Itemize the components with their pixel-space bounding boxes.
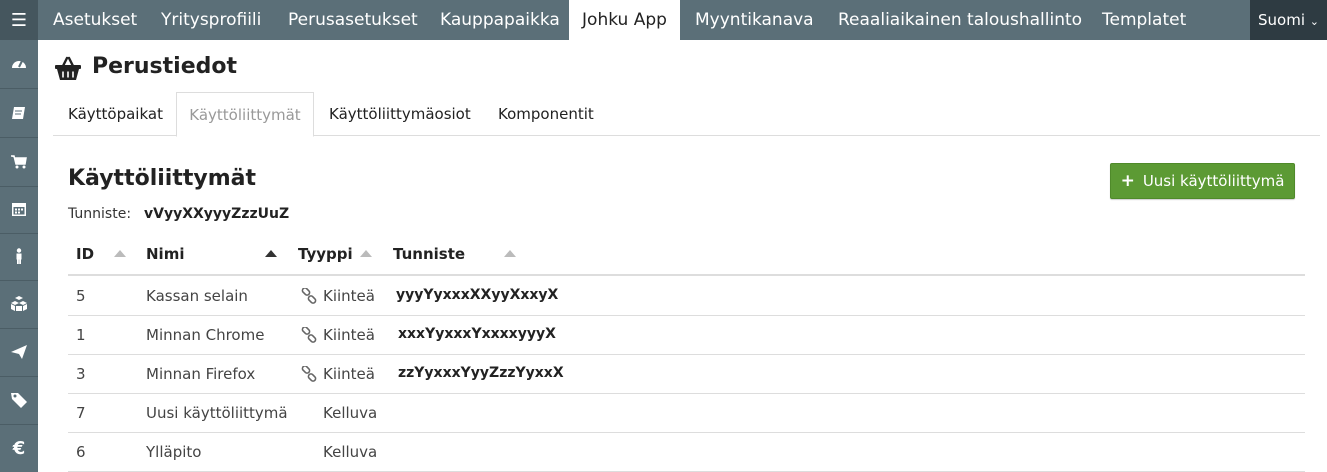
- column-header-id[interactable]: ID: [76, 245, 94, 263]
- table-header: ID Nimi Tyyppi Tunniste: [68, 236, 1305, 276]
- page-title: Perustiedot: [92, 54, 238, 79]
- link-icon: [301, 327, 317, 343]
- cell-type: Kiinteä: [323, 365, 375, 383]
- cell-identifier: yyyYyxxxXXyyXxxyX: [396, 287, 559, 303]
- link-icon: [301, 366, 317, 382]
- subtab-kayttopaikat[interactable]: Käyttöpaikat: [68, 92, 163, 135]
- table-row[interactable]: 6 Ylläpito Kelluva: [68, 432, 1305, 472]
- tab-perusasetukset[interactable]: Perusasetukset: [288, 0, 418, 40]
- cell-name: Kassan selain: [146, 287, 248, 305]
- cell-type: Kelluva: [323, 404, 378, 422]
- cell-name: Ylläpito: [146, 443, 202, 461]
- book-icon[interactable]: [0, 89, 38, 138]
- hamburger-icon[interactable]: ☰: [0, 0, 38, 40]
- new-interface-label: Uusi käyttöliittymä: [1142, 172, 1285, 190]
- column-header-nimi[interactable]: Nimi: [146, 245, 184, 263]
- euro-icon[interactable]: €: [0, 424, 38, 472]
- subtab-kayttoliittymaosiot[interactable]: Käyttöliittymäosiot: [329, 92, 471, 135]
- cell-id: 7: [76, 404, 86, 422]
- new-interface-button[interactable]: + Uusi käyttöliittymä: [1110, 163, 1295, 199]
- link-icon: [301, 288, 317, 304]
- calendar-icon[interactable]: [0, 185, 38, 234]
- sort-up-icon[interactable]: [504, 250, 516, 257]
- cell-name: Uusi käyttöliittymä: [146, 404, 288, 422]
- cell-id: 3: [76, 365, 86, 383]
- sort-up-icon[interactable]: [360, 250, 372, 257]
- subtab-bar: Käyttöpaikat Käyttöliittymät Käyttöliitt…: [53, 92, 1320, 137]
- tab-reaaliaikainen-taloushallinto[interactable]: Reaaliaikainen taloushallinto: [838, 0, 1082, 40]
- top-navigation: Asetukset Yritysprofiili Perusasetukset …: [38, 0, 1327, 40]
- chevron-down-icon: ⌄: [1309, 15, 1319, 28]
- cell-id: 6: [76, 443, 86, 461]
- tab-yritysprofiili[interactable]: Yritysprofiili: [161, 0, 261, 40]
- sidebar: ☰ €: [0, 0, 38, 472]
- identifier-value: vVyyXXyyyZzzUuZ: [144, 206, 290, 222]
- language-selector[interactable]: Suomi ⌄: [1250, 0, 1327, 40]
- cell-id: 1: [76, 326, 86, 344]
- subtab-komponentit[interactable]: Komponentit: [498, 92, 594, 135]
- identifier-label: Tunniste:: [68, 206, 132, 222]
- language-label: Suomi: [1258, 11, 1305, 29]
- section-title: Käyttöliittymät: [68, 166, 256, 191]
- column-header-tunniste[interactable]: Tunniste: [393, 245, 465, 263]
- cell-identifier: xxxYyxxxYxxxxyyyX: [398, 326, 556, 342]
- person-icon[interactable]: [0, 232, 38, 281]
- plus-icon: +: [1120, 171, 1135, 191]
- tab-templatet[interactable]: Templatet: [1102, 0, 1186, 40]
- table-row[interactable]: 5 Kassan selain Kiinteä yyyYyxxxXXyyXxxy…: [68, 276, 1305, 316]
- table-row[interactable]: 3 Minnan Firefox Kiinteä zzYyxxxYyyZzzYy…: [68, 354, 1305, 394]
- table-row[interactable]: 7 Uusi käyttöliittymä Kelluva: [68, 393, 1305, 433]
- cart-icon[interactable]: [0, 138, 38, 187]
- tab-kauppapaikka[interactable]: Kauppapaikka: [440, 0, 560, 40]
- send-icon[interactable]: [0, 328, 38, 377]
- cell-type: Kelluva: [323, 443, 378, 461]
- tag-icon[interactable]: [0, 376, 38, 425]
- cell-type: Kiinteä: [323, 326, 375, 344]
- sort-up-icon[interactable]: [114, 250, 126, 257]
- cell-identifier: zzYyxxxYyyZzzYyxxX: [398, 365, 564, 381]
- tab-myyntikanava[interactable]: Myyntikanava: [695, 0, 814, 40]
- cubes-icon[interactable]: [0, 280, 38, 329]
- cell-name: Minnan Chrome: [146, 326, 265, 344]
- tab-johku-app[interactable]: Johku App: [569, 0, 680, 40]
- column-header-tyyppi[interactable]: Tyyppi: [298, 245, 353, 263]
- subtab-kayttoliittymat[interactable]: Käyttöliittymät: [176, 92, 314, 137]
- cell-id: 5: [76, 287, 86, 305]
- basket-icon: [55, 56, 81, 80]
- cell-name: Minnan Firefox: [146, 365, 256, 383]
- table-row[interactable]: 1 Minnan Chrome Kiinteä xxxYyxxxYxxxxyyy…: [68, 315, 1305, 355]
- tab-asetukset[interactable]: Asetukset: [53, 0, 137, 40]
- cell-type: Kiinteä: [323, 287, 375, 305]
- dashboard-icon[interactable]: [0, 40, 38, 89]
- sort-up-active-icon[interactable]: [265, 250, 277, 257]
